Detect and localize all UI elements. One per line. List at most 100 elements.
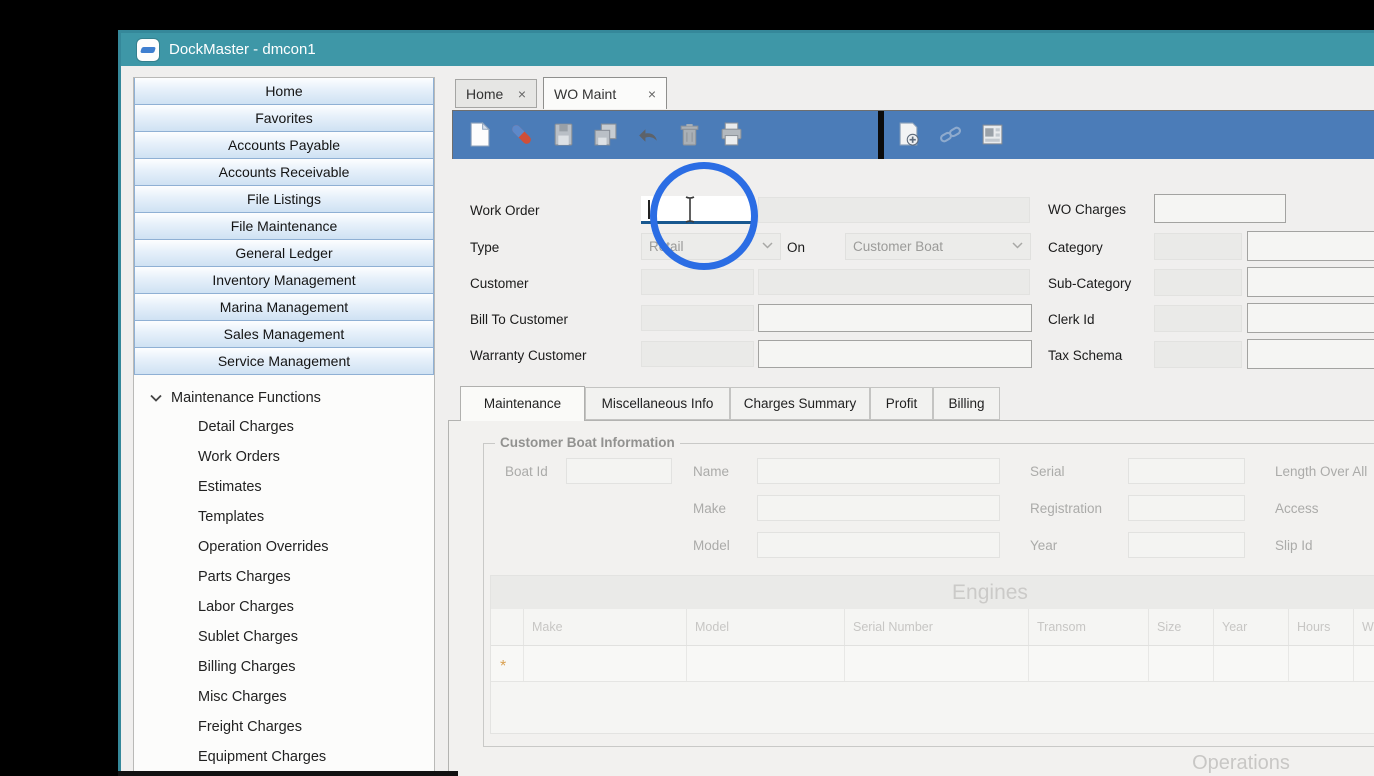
wo-charges-label: WO Charges (1048, 202, 1126, 217)
tab-wo-maint[interactable]: WO Maint × (543, 77, 667, 109)
eraser-icon[interactable] (509, 122, 534, 147)
row-selector-column (491, 609, 523, 645)
sidebar-item-home[interactable]: Home (134, 77, 434, 105)
boat-make-label: Make (693, 501, 726, 516)
warranty-customer-label: Warranty Customer (470, 348, 587, 363)
column-model: Model (686, 609, 844, 645)
tab-home[interactable]: Home × (455, 79, 537, 108)
boat-name-label: Name (693, 464, 729, 479)
add-document-icon[interactable] (896, 122, 921, 147)
save-all-icon[interactable] (593, 122, 618, 147)
customer-id-field (641, 269, 754, 295)
work-order-label: Work Order (470, 203, 540, 218)
tree-item-freight-charges[interactable]: Freight Charges (134, 712, 434, 742)
toolbar (452, 110, 1374, 159)
column-warranty: Warranty (1353, 609, 1374, 645)
tree-item-work-orders[interactable]: Work Orders (134, 442, 434, 472)
tree-node-maintenance-functions[interactable]: Maintenance Functions (134, 384, 434, 412)
tree-item-misc-charges[interactable]: Misc Charges (134, 682, 434, 712)
sidebar-item-file-listings[interactable]: File Listings (134, 185, 434, 213)
link-icon (938, 122, 963, 147)
tax-schema-field (1154, 341, 1242, 368)
warranty-name-field (758, 340, 1032, 368)
tab-maintenance[interactable]: Maintenance (460, 386, 585, 421)
tab-miscellaneous-info[interactable]: Miscellaneous Info (585, 387, 730, 420)
sidebar-item-marina-management[interactable]: Marina Management (134, 293, 434, 321)
tree-item-sublet-charges[interactable]: Sublet Charges (134, 622, 434, 652)
tree-item-detail-charges[interactable]: Detail Charges (134, 412, 434, 442)
sidebar-item-accounts-receivable[interactable]: Accounts Receivable (134, 158, 434, 186)
tab-billing[interactable]: Billing (933, 387, 1000, 420)
sidebar: Home Favorites Accounts Payable Accounts… (133, 77, 435, 776)
column-size: Size (1148, 609, 1213, 645)
category-field (1154, 233, 1242, 260)
boat-model-label: Model (693, 538, 730, 553)
sidebar-item-inventory-management[interactable]: Inventory Management (134, 266, 434, 294)
tree-item-billing-charges[interactable]: Billing Charges (134, 652, 434, 682)
print-icon[interactable] (719, 122, 744, 147)
screen: DockMaster - dmcon1 Home Favorites Accou… (0, 0, 1374, 776)
tree-item-operation-overrides[interactable]: Operation Overrides (134, 532, 434, 562)
title-bar: DockMaster - dmcon1 (121, 33, 1374, 66)
window-content: Home Favorites Accounts Payable Accounts… (121, 66, 1374, 776)
column-hours: Hours (1288, 609, 1353, 645)
tax-schema-description-field (1247, 339, 1374, 369)
close-icon[interactable]: × (518, 86, 526, 102)
chevron-down-icon (150, 394, 162, 402)
work-order-description-field (758, 197, 1030, 223)
sidebar-item-file-maintenance[interactable]: File Maintenance (134, 212, 434, 240)
tab-profit[interactable]: Profit (870, 387, 933, 420)
on-label: On (787, 240, 805, 255)
bill-to-name-field (758, 304, 1032, 332)
sidebar-item-general-ledger[interactable]: General Ledger (134, 239, 434, 267)
new-document-icon[interactable] (467, 122, 492, 147)
tab-charges-summary[interactable]: Charges Summary (730, 387, 870, 420)
window-title: DockMaster - dmcon1 (169, 41, 316, 58)
engines-grid: Engines Make Model Serial Number Transom… (490, 575, 1374, 734)
sub-category-description-field (1247, 267, 1374, 297)
column-transom: Transom (1028, 609, 1148, 645)
delete-icon[interactable] (677, 122, 702, 147)
slip-id-label: Slip Id (1275, 538, 1313, 553)
tree-item-estimates[interactable]: Estimates (134, 472, 434, 502)
browse-icon[interactable] (980, 122, 1005, 147)
column-serial-number: Serial Number (844, 609, 1028, 645)
boat-name-field (757, 458, 1000, 484)
tree-item-equipment-charges[interactable]: Equipment Charges (134, 742, 434, 772)
sidebar-item-favorites[interactable]: Favorites (134, 104, 434, 132)
click-highlight-circle (650, 162, 758, 270)
sub-category-field (1154, 269, 1242, 296)
tree-item-parts-charges[interactable]: Parts Charges (134, 562, 434, 592)
tree-item-labor-charges[interactable]: Labor Charges (134, 592, 434, 622)
sidebar-item-sales-management[interactable]: Sales Management (134, 320, 434, 348)
close-icon[interactable]: × (648, 86, 656, 102)
sidebar-item-accounts-payable[interactable]: Accounts Payable (134, 131, 434, 159)
access-label: Access (1275, 501, 1319, 516)
boat-id-label: Boat Id (505, 464, 548, 479)
undo-icon[interactable] (635, 122, 660, 147)
engines-title: Engines (491, 576, 1374, 609)
length-over-all-label: Length Over All (1275, 464, 1367, 479)
save-icon[interactable] (551, 122, 576, 147)
boat-serial-field (1128, 458, 1245, 484)
tax-schema-label: Tax Schema (1048, 348, 1122, 363)
wo-charges-field (1154, 194, 1286, 223)
app-window: DockMaster - dmcon1 Home Favorites Accou… (118, 30, 1374, 776)
on-dropdown[interactable]: Customer Boat (845, 233, 1031, 260)
customer-name-field (758, 269, 1030, 295)
boat-serial-label: Serial (1030, 464, 1065, 479)
text-cursor-icon (684, 196, 696, 223)
operations-title: Operations (1061, 752, 1374, 775)
tree-item-templates[interactable]: Templates (134, 502, 434, 532)
boat-year-label: Year (1030, 538, 1057, 553)
sidebar-item-service-management[interactable]: Service Management (134, 347, 434, 375)
clerk-id-description-field (1247, 303, 1374, 333)
engines-header-row: Make Model Serial Number Transom Size Ye… (491, 609, 1374, 646)
column-year: Year (1213, 609, 1288, 645)
column-make: Make (523, 609, 686, 645)
sub-category-label: Sub-Category (1048, 276, 1131, 291)
bill-to-customer-label: Bill To Customer (470, 312, 568, 327)
letterbox-top (0, 0, 1374, 30)
chevron-down-icon (1012, 242, 1023, 249)
toolbar-separator (878, 111, 884, 159)
